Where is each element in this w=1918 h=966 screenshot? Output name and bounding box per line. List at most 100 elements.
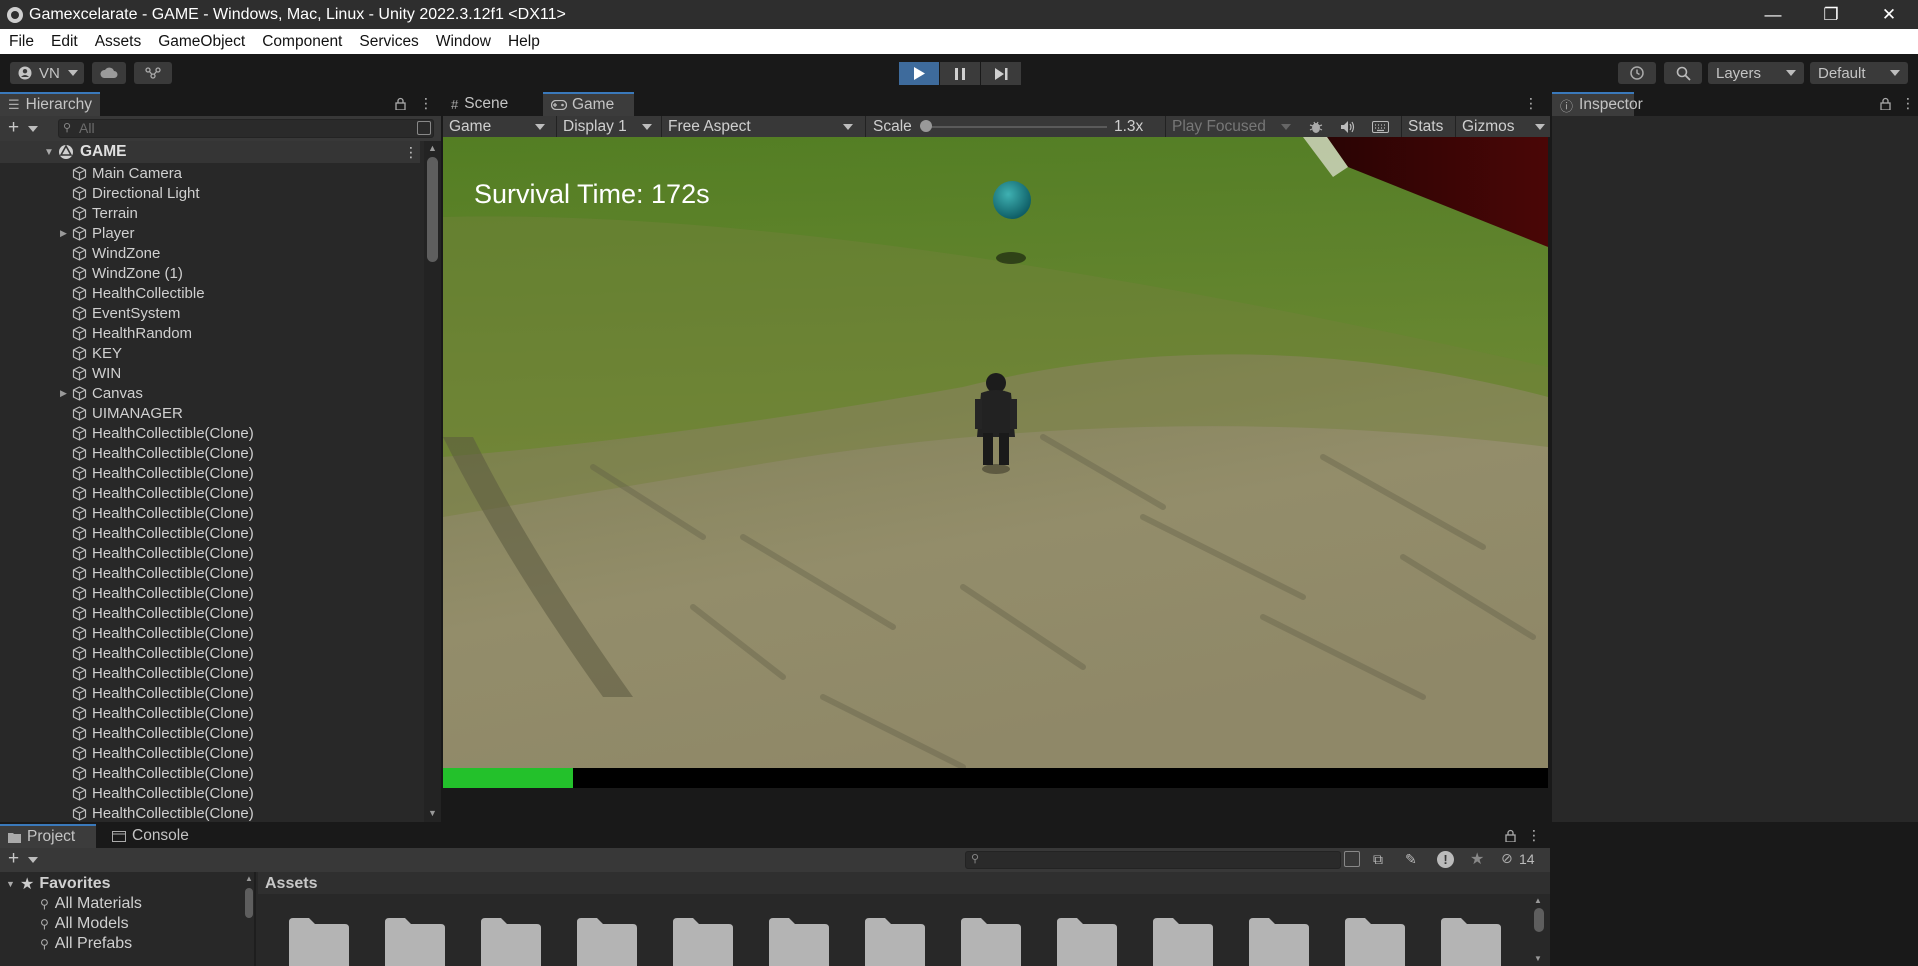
- hierarchy-item[interactable]: HealthCollectible(Clone): [0, 723, 430, 743]
- scale-slider-track[interactable]: [924, 126, 1107, 128]
- lock-icon[interactable]: [1505, 829, 1516, 842]
- tab-scene[interactable]: # Scene: [443, 92, 516, 116]
- aspect-dropdown[interactable]: Free Aspect: [661, 116, 859, 137]
- hierarchy-item[interactable]: UIMANAGER: [0, 403, 430, 423]
- hierarchy-item[interactable]: HealthCollectible(Clone): [0, 703, 430, 723]
- hierarchy-item[interactable]: HealthCollectible(Clone): [0, 583, 430, 603]
- scroll-up-icon[interactable]: ▲: [428, 143, 437, 153]
- hierarchy-item[interactable]: HealthCollectible(Clone): [0, 463, 430, 483]
- hierarchy-item[interactable]: HealthCollectible(Clone): [0, 623, 430, 643]
- hierarchy-item[interactable]: HealthCollectible(Clone): [0, 483, 430, 503]
- folder-icon[interactable]: [865, 914, 925, 966]
- chevron-down-icon[interactable]: [28, 126, 38, 132]
- expand-arrow-icon[interactable]: ▶: [60, 228, 72, 239]
- folder-icon[interactable]: [1345, 914, 1405, 966]
- favorites-row[interactable]: ▼ ★ Favorites: [0, 874, 254, 894]
- game-mode-dropdown[interactable]: Game: [449, 116, 551, 137]
- scene-row[interactable]: ▼ GAME ⋮: [0, 141, 420, 163]
- scrollbar-thumb[interactable]: [245, 888, 253, 918]
- tab-hierarchy[interactable]: ☰ Hierarchy: [0, 92, 100, 116]
- kebab-menu-icon[interactable]: ⋮: [1524, 95, 1538, 112]
- hierarchy-item[interactable]: Main Camera: [0, 163, 430, 183]
- hierarchy-item[interactable]: HealthCollectible(Clone): [0, 643, 430, 663]
- asset-grid-scrollbar[interactable]: ▲ ▼: [1532, 894, 1546, 966]
- search-options-icon[interactable]: [417, 121, 431, 135]
- gizmos-button[interactable]: Gizmos: [1455, 116, 1515, 137]
- folder-icon[interactable]: [1249, 914, 1309, 966]
- close-button[interactable]: ✕: [1860, 0, 1918, 29]
- menu-assets[interactable]: Assets: [95, 33, 142, 51]
- scroll-down-icon[interactable]: ▼: [1534, 954, 1542, 963]
- folder-icon[interactable]: [961, 914, 1021, 966]
- expand-arrow-icon[interactable]: ▼: [6, 879, 20, 889]
- play-button[interactable]: [899, 62, 939, 85]
- hierarchy-scrollbar[interactable]: ▲ ▼: [424, 141, 441, 822]
- hierarchy-item[interactable]: HealthCollectible(Clone): [0, 743, 430, 763]
- hierarchy-item[interactable]: EventSystem: [0, 303, 430, 323]
- undo-history-button[interactable]: [1618, 62, 1656, 84]
- hierarchy-item[interactable]: ▶ Player: [0, 223, 430, 243]
- scrollbar-thumb[interactable]: [427, 157, 438, 262]
- mute-audio-toggle[interactable]: [1336, 116, 1360, 137]
- menu-window[interactable]: Window: [436, 33, 491, 51]
- menu-gameobject[interactable]: GameObject: [158, 33, 245, 51]
- search-button[interactable]: [1664, 62, 1702, 84]
- scroll-down-icon[interactable]: ▼: [428, 808, 437, 818]
- hierarchy-item[interactable]: HealthCollectible(Clone): [0, 803, 430, 823]
- menu-services[interactable]: Services: [359, 33, 418, 51]
- hierarchy-item[interactable]: KEY: [0, 343, 430, 363]
- hierarchy-item[interactable]: HealthCollectible(Clone): [0, 543, 430, 563]
- hierarchy-item[interactable]: HealthCollectible(Clone): [0, 783, 430, 803]
- favorite-item[interactable]: ⚲ All Materials: [0, 894, 254, 914]
- kebab-menu-icon[interactable]: ⋮: [419, 95, 433, 112]
- folder-icon[interactable]: [385, 914, 445, 966]
- display-dropdown[interactable]: Display 1: [556, 116, 656, 137]
- expand-arrow-icon[interactable]: ▶: [60, 388, 72, 399]
- keyboard-shortcuts-toggle[interactable]: [1368, 116, 1392, 137]
- step-button[interactable]: [981, 62, 1021, 85]
- hierarchy-item[interactable]: ▶ Canvas: [0, 383, 430, 403]
- favorites-scrollbar[interactable]: ▲: [244, 872, 254, 966]
- tab-project[interactable]: Project: [0, 824, 96, 848]
- hierarchy-item[interactable]: HealthRandom: [0, 323, 430, 343]
- lock-icon[interactable]: [1880, 97, 1891, 110]
- filter-by-label-icon[interactable]: ✎: [1405, 851, 1417, 868]
- hierarchy-item[interactable]: WindZone (1): [0, 263, 430, 283]
- folder-icon[interactable]: [577, 914, 637, 966]
- game-viewport[interactable]: Survival Time: 172s: [443, 137, 1548, 788]
- hierarchy-item[interactable]: HealthCollectible(Clone): [0, 663, 430, 683]
- scroll-up-icon[interactable]: ▲: [1534, 896, 1542, 905]
- hidden-packages-icon[interactable]: ⊘: [1501, 850, 1513, 867]
- stats-button[interactable]: Stats: [1401, 116, 1443, 137]
- kebab-menu-icon[interactable]: ⋮: [1527, 827, 1541, 844]
- version-control-button[interactable]: [134, 62, 172, 84]
- search-options-icon[interactable]: [1344, 851, 1360, 867]
- scale-slider-thumb[interactable]: [920, 120, 932, 132]
- hierarchy-item[interactable]: HealthCollectible: [0, 283, 430, 303]
- menu-file[interactable]: File: [9, 33, 34, 51]
- folder-icon[interactable]: [1057, 914, 1117, 966]
- folder-icon[interactable]: [1441, 914, 1501, 966]
- hierarchy-item[interactable]: HealthCollectible(Clone): [0, 763, 430, 783]
- account-dropdown[interactable]: VN: [10, 62, 84, 84]
- tab-game[interactable]: Game: [543, 92, 634, 116]
- hierarchy-item[interactable]: HealthCollectible(Clone): [0, 563, 430, 583]
- expand-arrow-icon[interactable]: ▼: [44, 147, 58, 158]
- hierarchy-search-input[interactable]: ⚲ All: [58, 119, 434, 138]
- menu-component[interactable]: Component: [262, 33, 342, 51]
- folder-icon[interactable]: [481, 914, 541, 966]
- layout-dropdown[interactable]: Default: [1810, 62, 1908, 84]
- play-focus-dropdown[interactable]: Play Focused: [1165, 116, 1297, 137]
- folder-icon[interactable]: [769, 914, 829, 966]
- add-icon[interactable]: +: [8, 117, 19, 139]
- folder-icon[interactable]: [673, 914, 733, 966]
- project-search-input[interactable]: ⚲: [965, 851, 1341, 869]
- hierarchy-item[interactable]: WindZone: [0, 243, 430, 263]
- assets-header[interactable]: Assets: [265, 875, 317, 893]
- hierarchy-item[interactable]: HealthCollectible(Clone): [0, 423, 430, 443]
- restore-button[interactable]: ❐: [1802, 0, 1860, 29]
- menu-edit[interactable]: Edit: [51, 33, 78, 51]
- minimize-button[interactable]: —: [1744, 0, 1802, 29]
- kebab-menu-icon[interactable]: ⋮: [1901, 95, 1915, 112]
- scene-kebab-icon[interactable]: ⋮: [404, 144, 418, 161]
